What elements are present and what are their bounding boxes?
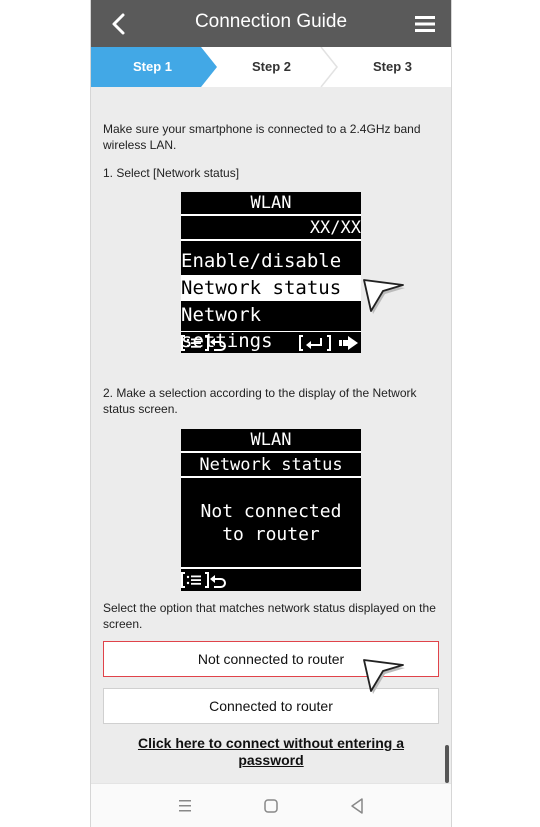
step1-instruction: 1. Select [Network status] bbox=[103, 166, 240, 180]
next-arrow-icon bbox=[339, 336, 358, 350]
lcd-status-screen: WLAN Network status Not connected to rou… bbox=[181, 429, 361, 591]
step-1-label: Step 1 bbox=[133, 59, 173, 74]
lcd-footer-icons bbox=[181, 335, 358, 351]
lcd-footer-icons bbox=[181, 572, 226, 588]
pointer-cursor-icon bbox=[363, 279, 405, 314]
lcd-divider bbox=[181, 567, 361, 569]
pointer-cursor-icon bbox=[363, 659, 405, 694]
connect-without-password-link[interactable]: Click here to connect without entering a… bbox=[121, 735, 421, 769]
lcd-message-line2: to router bbox=[222, 524, 320, 545]
hamburger-menu-icon bbox=[415, 16, 435, 32]
nav-home-button[interactable] bbox=[259, 794, 283, 818]
scrollbar[interactable] bbox=[445, 745, 449, 783]
menu-button[interactable] bbox=[415, 15, 435, 33]
lcd-message-line1: Not connected bbox=[200, 501, 342, 522]
menu-bracket-icon bbox=[181, 335, 209, 351]
step-2-arrow bbox=[320, 47, 338, 87]
step-3-label: Step 3 bbox=[373, 59, 413, 74]
enter-icon bbox=[299, 335, 331, 351]
lcd-divider bbox=[181, 214, 361, 216]
nav-back-button[interactable] bbox=[345, 794, 369, 818]
nav-recents-button[interactable] bbox=[173, 794, 197, 818]
lcd-item-enable: Enable/disable bbox=[181, 250, 342, 272]
lcd-subtitle: Network status bbox=[199, 455, 343, 475]
step-2-label: Step 2 bbox=[252, 59, 292, 74]
lcd-item-network-settings: Network settings bbox=[181, 304, 273, 352]
lcd-item-network-status: Network status bbox=[181, 275, 361, 301]
nav-back-icon bbox=[351, 798, 363, 814]
lcd-date: XX/XX bbox=[309, 218, 361, 238]
app-header: Connection Guide bbox=[91, 0, 451, 47]
system-nav-bar bbox=[91, 783, 451, 827]
nav-recents-icon bbox=[179, 800, 191, 812]
lcd-divider bbox=[181, 239, 361, 241]
guide-content: Make sure your smartphone is connected t… bbox=[91, 87, 451, 783]
intro-text: Make sure your smartphone is connected t… bbox=[103, 122, 421, 152]
return-icon bbox=[210, 338, 226, 351]
lcd-divider bbox=[181, 451, 361, 453]
step-indicator: Step 1 Step 2 Step 3 bbox=[91, 47, 451, 87]
phone-screen: Connection Guide Step 1 Step 2 Step 3 Ma… bbox=[90, 0, 452, 827]
lcd-divider bbox=[181, 476, 361, 478]
lcd-divider bbox=[181, 331, 361, 332]
lcd-title: WLAN bbox=[250, 193, 292, 213]
nav-home-icon bbox=[264, 799, 278, 813]
lcd-menu-screen: WLAN XX/XX Enable/disable Network status… bbox=[181, 192, 361, 353]
step2-instruction: 2. Make a selection according to the dis… bbox=[103, 386, 417, 416]
lcd-title: WLAN bbox=[250, 430, 292, 450]
menu-bracket-icon bbox=[181, 572, 209, 588]
select-instruction: Select the option that matches network s… bbox=[103, 601, 436, 631]
page-title: Connection Guide bbox=[194, 11, 348, 32]
return-icon bbox=[210, 575, 226, 588]
